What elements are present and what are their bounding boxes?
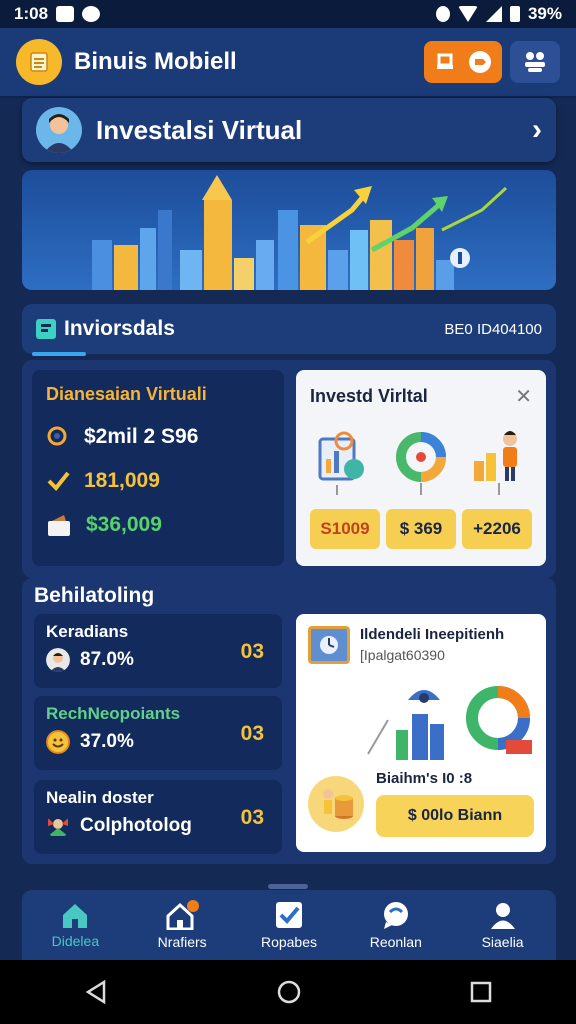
ranking-name: Keradians <box>46 622 129 641</box>
avatar <box>36 107 82 153</box>
nav-item-chat[interactable]: Reonlan <box>346 900 446 950</box>
location-icon <box>435 6 450 22</box>
investasi-virtual-card[interactable]: Investalsi Virtual › <box>22 98 556 162</box>
nav-item-home[interactable]: Didelea <box>25 901 125 949</box>
dianesaian-row: $2mil 2 S96 <box>46 425 270 449</box>
nav-item-pages[interactable]: Ropabes <box>239 900 339 950</box>
nav-label: Nrafiers <box>157 934 207 950</box>
ranking-badge: 03 <box>240 640 264 663</box>
section-label: Inviorsdals <box>64 317 175 340</box>
ranking-badge: 03 <box>240 806 264 829</box>
app-logo-icon <box>16 39 62 85</box>
app-title: Binuis Mobiell <box>74 48 237 75</box>
ranking-name: Nealin doster <box>46 788 154 807</box>
info-card[interactable]: Ildendeli Ineepitienh [Ipalgat60390 Biai… <box>296 614 546 852</box>
ranking-percent: 37.0% <box>80 731 134 752</box>
ranking-item[interactable]: RechNeopoiants 37.0% 03 <box>34 696 282 770</box>
nav-item-notifications[interactable]: Nrafiers <box>132 900 232 950</box>
bottom-navigation: Didelea Nrafiers Ropabes Reonlan Siaelia <box>22 890 556 960</box>
profile-icon <box>490 903 515 929</box>
donut-chart-icon <box>396 432 446 495</box>
smiley-icon <box>46 730 70 754</box>
info-illustration <box>308 674 534 764</box>
dianesaian-value: $2mil 2 S96 <box>84 425 199 448</box>
info-subtitle: [Ipalgat60390 <box>360 647 445 663</box>
header-action-button[interactable] <box>424 41 502 83</box>
nav-label: Didelea <box>51 933 100 949</box>
user-icon <box>437 53 453 69</box>
investasi-title: Investalsi Virtual <box>96 114 303 145</box>
ranking-badge: 03 <box>240 722 264 745</box>
ranking-percent: 87.0% <box>80 649 134 670</box>
group-icon <box>525 52 545 72</box>
coin-stack-icon <box>308 775 364 832</box>
dianesaian-title: Dianesaian Virtuali <box>46 384 207 404</box>
wallet-icon <box>48 515 70 536</box>
investd-illustrations <box>310 425 532 495</box>
team-icon <box>48 818 68 836</box>
nav-label: Ropabes <box>260 934 317 950</box>
signal-icon <box>485 6 502 22</box>
dianesaian-row: $36,009 <box>46 513 270 537</box>
app-header: Binuis Mobiell <box>0 28 576 98</box>
nav-label: Reonlan <box>369 934 422 950</box>
section-header: Inviorsdals BE0 ID404100 <box>22 304 556 354</box>
person-avatar-icon <box>46 648 70 672</box>
info-label: Biaihm's I0 :8 <box>376 770 473 787</box>
chevron-right-icon[interactable]: › <box>532 113 542 147</box>
nav-label: Siaelia <box>481 934 524 950</box>
close-icon[interactable]: ✕ <box>515 384 532 409</box>
menu-button[interactable] <box>510 41 560 83</box>
behilatoling-title: Behilatoling <box>34 584 155 607</box>
home-icon <box>63 904 88 928</box>
section-icon <box>36 319 56 339</box>
document-chart-icon <box>318 431 364 495</box>
notification-icon <box>56 6 75 22</box>
investd-value[interactable]: +2206 <box>462 509 532 549</box>
tag-icon <box>469 51 491 73</box>
check-icon <box>47 471 70 491</box>
back-icon[interactable] <box>84 980 108 1004</box>
app-notification-icon <box>82 6 101 22</box>
tab-indicator <box>32 352 86 356</box>
investd-virtual-card[interactable]: Investd Virltal ✕ S1009 $ 369 +2206 <box>296 370 546 566</box>
dianesaian-row: 181,009 <box>46 469 270 493</box>
drag-handle[interactable] <box>268 884 308 889</box>
investd-value[interactable]: S1009 <box>310 509 380 549</box>
system-navigation-bar <box>0 960 576 1024</box>
ranking-percent: Colphotolog <box>80 815 192 836</box>
dianesaian-card[interactable]: Dianesaian Virtuali $2mil 2 S96 181,009 … <box>32 370 284 566</box>
investd-values: S1009 $ 369 +2206 <box>310 509 532 549</box>
battery-icon <box>509 6 520 22</box>
status-time: 1:08 <box>14 4 49 23</box>
chat-bubble-icon <box>383 902 408 929</box>
investd-value[interactable]: $ 369 <box>386 509 456 549</box>
document-icon <box>308 626 350 664</box>
checkbox-icon <box>275 902 302 928</box>
person-bars-icon <box>474 431 517 495</box>
investd-title: Investd Virltal <box>310 386 428 406</box>
nav-item-profile[interactable]: Siaelia <box>453 900 553 950</box>
house-badge-icon <box>166 900 200 930</box>
battery-level: 39% <box>527 4 562 23</box>
ranking-item[interactable]: Keradians 87.0% 03 <box>34 614 282 688</box>
wifi-icon <box>457 6 478 22</box>
info-amount-button[interactable]: $ 00lo Biann <box>376 795 534 837</box>
city-growth-banner <box>22 170 556 290</box>
section-code: BE0 ID404100 <box>444 320 542 338</box>
home-circle-icon[interactable] <box>276 979 302 1005</box>
status-bar: 1:08 39% <box>0 0 576 28</box>
recents-icon[interactable] <box>470 981 492 1003</box>
info-title: Ildendeli Ineepitienh <box>360 626 505 643</box>
dianesaian-value: 181,009 <box>84 469 160 492</box>
ranking-name: RechNeopoiants <box>46 704 181 723</box>
dianesaian-value: $36,009 <box>86 513 162 536</box>
ranking-item[interactable]: Nealin doster Colphotolog 03 <box>34 780 282 854</box>
city-chart-illustration <box>92 175 508 290</box>
search-icon <box>47 426 67 446</box>
